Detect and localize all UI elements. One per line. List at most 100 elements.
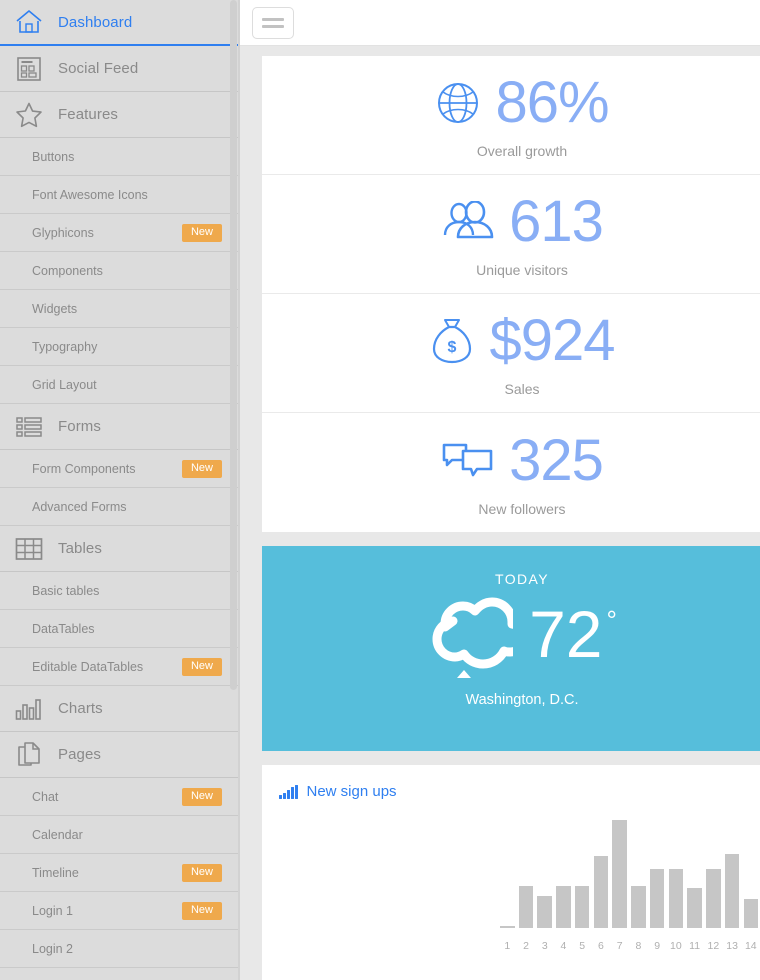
sidebar-subitem-label: Login 1 — [32, 903, 74, 918]
layout-icon — [14, 54, 44, 84]
cloud-icon — [427, 593, 529, 674]
sidebar-subitem-calendar[interactable]: Calendar — [0, 816, 240, 854]
new-badge: New — [181, 901, 222, 920]
sidebar-subitem-chat[interactable]: Chat New — [0, 778, 240, 816]
sidebar-subitem-components[interactable]: Components — [0, 252, 240, 290]
svg-text:$: $ — [448, 339, 457, 356]
sidebar-scrollbar-thumb[interactable] — [230, 0, 237, 690]
chart-x-tick: 1 — [504, 940, 511, 952]
new-badge: New — [181, 787, 222, 806]
chart-bar — [593, 855, 609, 928]
chart-bar — [706, 869, 721, 928]
signups-x-axis: 1 2 3 4 5 6 7 8 9 10 11 12 13 14 — [500, 940, 758, 952]
sidebar-item-charts[interactable]: Charts — [0, 686, 240, 732]
sidebar-item-social-feed[interactable]: Social Feed — [0, 46, 240, 92]
signups-bar-plot — [500, 818, 759, 928]
sidebar-subitem-timeline[interactable]: Timeline New — [0, 854, 240, 892]
sidebar-subitem-label: Timeline — [32, 865, 79, 880]
stat-row: $ $924 Sales — [262, 294, 760, 413]
chart-bar — [649, 869, 665, 928]
sidebar-subitem-form-components[interactable]: Form Components New — [0, 450, 240, 488]
chart-x-tick: 12 — [707, 940, 720, 952]
bar-chart-icon — [14, 694, 44, 724]
top-bar — [240, 0, 760, 46]
chat-bubbles-icon — [441, 440, 495, 482]
sidebar-subitem-login-2[interactable]: Login 2 — [0, 930, 240, 968]
main-area: 86% Overall growth 613 Unique visitors $ $924… — [240, 0, 760, 980]
sidebar-subitem-buttons[interactable]: Buttons — [0, 138, 240, 176]
chart-bar — [743, 898, 759, 928]
chart-bar — [537, 896, 553, 928]
sidebar-subitem-label: Advanced Forms — [32, 499, 127, 514]
sidebar-subitem-label: Calendar — [32, 827, 83, 842]
sidebar-item-label: Forms — [58, 418, 101, 435]
stat-top: 613 — [441, 189, 604, 254]
sidebar-item-dashboard[interactable]: Dashboard — [0, 0, 240, 46]
new-badge: New — [181, 223, 222, 242]
weather-today-label: TODAY — [495, 571, 549, 587]
stat-row: 613 Unique visitors — [262, 175, 760, 294]
weather-temperature: 72 ° — [529, 601, 617, 667]
sidebar-subitem-glyphicons[interactable]: Glyphicons New — [0, 214, 240, 252]
stat-label: Sales — [504, 381, 540, 397]
weather-caret-icon — [457, 670, 471, 678]
sidebar-subitem-label: DataTables — [32, 621, 95, 636]
weather-widget[interactable]: TODAY 72 ° Washington, D.C. — [262, 546, 760, 751]
hamburger-bar — [262, 17, 284, 21]
sidebar-subitem-widgets[interactable]: Widgets — [0, 290, 240, 328]
sidebar-subitem-typography[interactable]: Typography — [0, 328, 240, 366]
globe-icon — [435, 80, 481, 126]
stat-top: $ $924 — [429, 309, 616, 373]
sidebar-scrollbar[interactable] — [230, 0, 237, 980]
stat-value: 86% — [495, 70, 609, 135]
chart-x-tick: 13 — [726, 940, 738, 952]
sidebar-subitem-label: Form Components — [32, 461, 136, 476]
sidebar-subitem-label: Login 2 — [32, 941, 74, 956]
chart-bar — [574, 886, 590, 928]
stat-label: Unique visitors — [476, 262, 568, 278]
chart-x-tick: 4 — [560, 940, 567, 952]
chart-bar — [612, 820, 627, 928]
chart-x-tick: 5 — [579, 940, 586, 952]
sidebar-subitem-font-awesome-icons[interactable]: Font Awesome Icons — [0, 176, 240, 214]
sidebar-item-features[interactable]: Features — [0, 92, 240, 138]
sidebar-subitem-editable-datatables[interactable]: Editable DataTables New — [0, 648, 240, 686]
table-icon — [14, 534, 44, 564]
chart-x-tick: 10 — [670, 940, 682, 952]
chart-x-tick: 3 — [541, 940, 548, 952]
signal-bars-icon — [279, 784, 298, 799]
sidebar-subitem-basic-tables[interactable]: Basic tables — [0, 572, 240, 610]
sidebar: Dashboard Social Feed Features Buttons Font … — [0, 0, 240, 980]
chart-x-tick: 6 — [598, 940, 604, 952]
sidebar-subitem-grid-layout[interactable]: Grid Layout — [0, 366, 240, 404]
sidebar-item-label: Charts — [58, 700, 103, 717]
sidebar-item-label: Features — [58, 106, 118, 123]
star-icon — [14, 100, 44, 130]
sidebar-item-forms[interactable]: Forms — [0, 404, 240, 450]
sidebar-subitem-label: Chat — [32, 789, 59, 804]
sidebar-item-tables[interactable]: Tables — [0, 526, 240, 572]
sidebar-subitem-advanced-forms[interactable]: Advanced Forms — [0, 488, 240, 526]
chart-x-tick: 9 — [654, 940, 661, 952]
sidebar-subitem-label: Typography — [32, 339, 98, 354]
menu-toggle-button[interactable] — [252, 6, 294, 39]
sidebar-item-pages[interactable]: Pages — [0, 732, 240, 778]
stat-row: 86% Overall growth — [262, 56, 760, 175]
chart-x-tick: 7 — [616, 940, 623, 952]
chart-bar — [631, 886, 646, 928]
form-list-icon — [14, 412, 44, 442]
stat-value: 613 — [509, 189, 604, 254]
sidebar-nav-list: Dashboard Social Feed Features Buttons Font … — [0, 0, 240, 968]
weather-temp-value: 72 — [529, 596, 603, 671]
sidebar-item-label: Tables — [58, 540, 102, 557]
signups-chart-card: New sign ups 1 2 3 4 5 6 7 8 9 10 11 12 13 14 — [262, 765, 760, 980]
chart-bar — [687, 887, 702, 928]
stat-top: 325 — [441, 427, 604, 493]
sidebar-subitem-login-1[interactable]: Login 1 New — [0, 892, 240, 930]
chart-bar — [518, 886, 534, 928]
stat-value: 325 — [509, 427, 604, 493]
sidebar-subitem-datatables[interactable]: DataTables — [0, 610, 240, 648]
dashboard-page: Dashboard Social Feed Features Buttons Font … — [0, 0, 760, 980]
sidebar-subitem-label: Basic tables — [32, 583, 100, 598]
weather-city-label: Washington, D.C. — [465, 692, 579, 708]
